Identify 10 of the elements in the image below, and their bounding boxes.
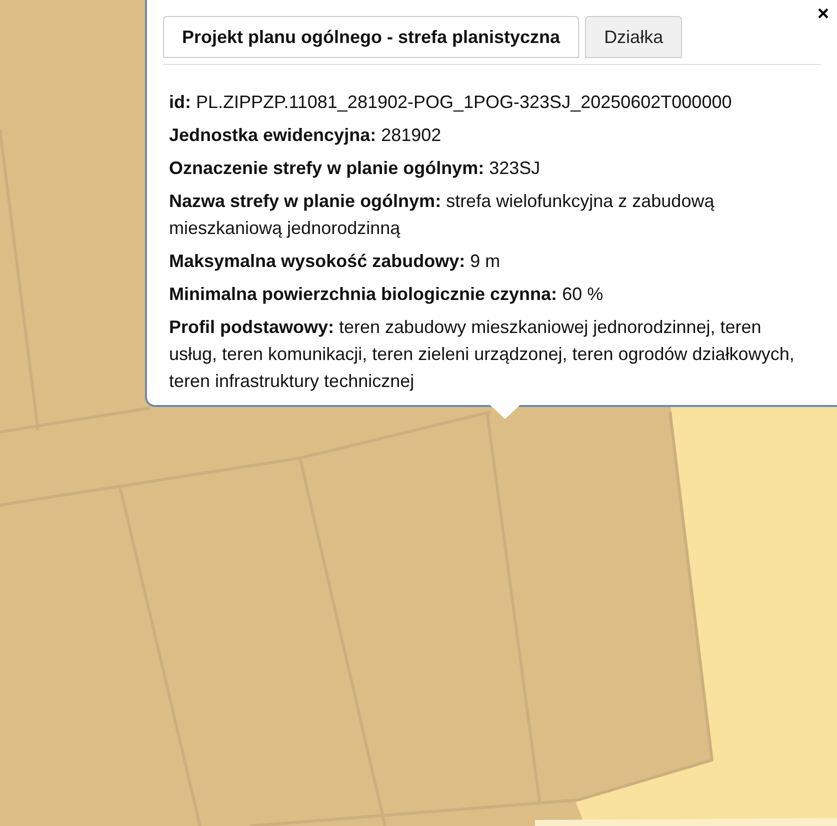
attribute-text: Maksymalna wysokość zabudowy: 9 m — [169, 250, 502, 273]
attribute-text: Minimalna powierzchnia biologicznie czynna: 60 % — [169, 283, 604, 306]
close-icon[interactable]: × — [817, 4, 829, 24]
attribute-text: Oznaczenie strefy w planie ogólnym: 323SJ — [169, 157, 542, 180]
tab[interactable]: Działka — [585, 16, 682, 58]
attribute-text: Nazwa strefy w planie ogólnym: strefa wielofunkcyjna z zabudową mieszkaniową jednorodzinną — [169, 190, 716, 240]
attribute-text: Profil podstawowy: teren zabudowy mieszkaniowej jednorodzinnej, teren usług, teren komunikacji, teren zieleni urządzonej, teren ogrodów działkowych, teren infrastruktury technicznej — [169, 316, 796, 393]
attribute-text: id: PL.ZIPPZP.11081_281902-POG_1POG-323SJ_20250602T000000 — [169, 91, 733, 114]
attribute-text: Jednostka ewidencyjna: 281902 — [169, 124, 442, 147]
tab[interactable]: Projekt planu ogólnego - strefa planistyczna — [163, 16, 580, 58]
